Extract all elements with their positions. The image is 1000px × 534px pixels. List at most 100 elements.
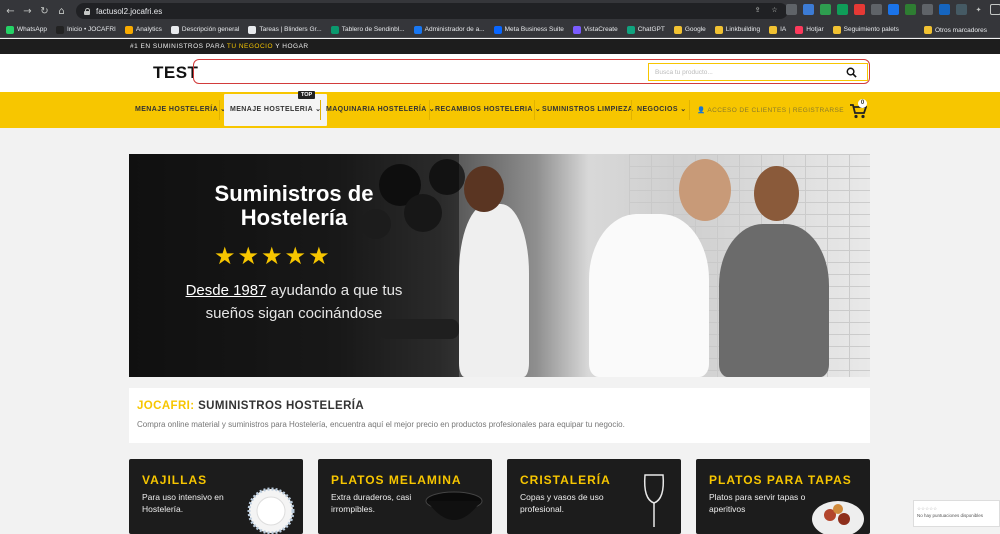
extension-icon-4[interactable] (837, 4, 848, 15)
nav-item-recambios[interactable]: RECAMBIOS HOSTELERIA ⌄ (435, 92, 541, 128)
bookmark-favicon-icon (170, 25, 179, 34)
other-bookmarks[interactable]: Otros marcadores (923, 26, 987, 34)
bookmark-label: Tareas | Blinders Gr... (259, 26, 322, 33)
site-header: TEST (0, 54, 1000, 92)
site-logo[interactable]: TEST (153, 63, 198, 83)
bookmark-label: WhatsApp (17, 26, 47, 33)
card-text: Platos para servir tapas o aperitivos (709, 492, 806, 514)
extension-icon-3[interactable] (820, 4, 831, 15)
extension-icon-8[interactable] (939, 4, 950, 15)
bookmark-item[interactable]: Inicio • JOCAFRI (56, 25, 116, 34)
hero-banner[interactable]: Suministros de Hostelería ★★★★★ Desde 19… (129, 154, 870, 377)
cart-count-badge: 0 (858, 99, 867, 108)
address-bar[interactable]: factusol2.jocafri.es (76, 3, 788, 19)
bookmark-item[interactable]: Seguimiento palets (832, 25, 899, 34)
bookmark-item[interactable]: VistaCreate (572, 25, 618, 34)
topbar-prefix: #1 EN SUMINISTROS PARA (130, 43, 227, 50)
bookmark-label: Linkbuilding (725, 26, 761, 33)
bookmark-item[interactable]: Meta Business Suite (493, 25, 564, 34)
bookmark-favicon-icon (714, 25, 723, 34)
card-title: PLATOS PARA TAPAS (709, 473, 852, 487)
card-title: VAJILLAS (142, 473, 208, 487)
bookmark-item[interactable]: Analytics (124, 25, 162, 34)
back-icon[interactable]: ← (4, 5, 17, 18)
chef-figure-3 (719, 224, 829, 377)
bookmark-favicon-icon (832, 25, 841, 34)
category-card-platos-tapas[interactable]: PLATOS PARA TAPAS Platos para servir tap… (696, 459, 870, 534)
intro-section: JOCAFRI: SUMINISTROS HOSTELERÍA Compra o… (129, 388, 870, 443)
puzzle-icon[interactable]: ✦ (973, 4, 984, 15)
search-input[interactable] (649, 65, 829, 79)
nav-item-limpieza[interactable]: SUMINISTROS LIMPIEZA (542, 92, 633, 128)
extension-icon-2[interactable] (803, 4, 814, 15)
bookmark-label: Seguimiento palets (843, 26, 899, 33)
bookmark-item[interactable]: IA (769, 25, 787, 34)
shield-icon[interactable] (922, 4, 933, 15)
search-icon[interactable] (846, 67, 857, 78)
star-icon[interactable]: ☆ (769, 4, 780, 15)
plate-icon (247, 487, 295, 534)
topbar-suffix: Y HOGAR (273, 43, 309, 50)
url-text: factusol2.jocafri.es (96, 6, 163, 16)
bookmark-item[interactable]: Tareas | Blinders Gr... (248, 25, 322, 34)
search-box (648, 63, 868, 81)
bookmark-item[interactable]: WhatsApp (6, 25, 47, 34)
bookmark-label: IA (780, 26, 787, 33)
extension-icon-7[interactable] (905, 4, 916, 15)
card-text: Extra duraderos, casi irrompibles. (331, 492, 412, 514)
extension-icon-5[interactable] (854, 4, 865, 15)
camera-icon[interactable] (871, 4, 882, 15)
bookmark-favicon-icon (124, 25, 133, 34)
nav-item-menaje-hosteleria[interactable]: MENAJE HOSTELERÍA ⌄ (135, 92, 226, 128)
extension-icon-1[interactable] (786, 4, 797, 15)
card-text: Para uso intensivo en Hostelería. (142, 492, 224, 514)
bookmark-item[interactable]: Linkbuilding (714, 25, 761, 34)
bookmark-favicon-icon (413, 25, 422, 34)
bookmarks-bar: WhatsApp Inicio • JOCAFRI Analytics Descrip… (0, 22, 1000, 38)
bookmark-favicon-icon (6, 25, 14, 34)
reload-icon[interactable]: ↻ (38, 5, 51, 18)
bookmark-favicon-icon (673, 25, 682, 34)
lock-icon (84, 7, 90, 15)
bookmark-favicon-icon (795, 25, 804, 34)
hero-subtitle-underlined: Desde 1987 (185, 282, 267, 299)
bookmark-item[interactable]: Google (673, 25, 706, 34)
bookmark-label: Meta Business Suite (504, 26, 564, 33)
sidebar-icon[interactable] (990, 4, 1000, 15)
tapas-plate-icon (812, 501, 864, 534)
bookmark-item[interactable]: Administrador de a... (413, 25, 485, 34)
intro-text: Compra online material y suministros par… (137, 420, 625, 429)
bookmark-label: Inicio • JOCAFRI (67, 26, 116, 33)
browser-toolbar: ← → ↻ ⌂ factusol2.jocafri.es ⇪ ☆ ✦ ⋮ (0, 0, 1000, 22)
folder-icon (923, 26, 932, 34)
rating-widget[interactable]: ☆☆☆☆☆ No hay puntuaciones disponibles (913, 500, 1000, 527)
forward-icon[interactable]: → (21, 5, 34, 18)
extension-icon-9[interactable] (956, 4, 967, 15)
bookmark-label: Hotjar (806, 26, 824, 33)
bookmark-item[interactable]: Hotjar (795, 25, 824, 34)
topbar-highlight: TU NEGOCIO (226, 43, 274, 50)
bookmark-label: Analytics (135, 26, 162, 33)
category-card-vajillas[interactable]: VAJILLAS Para uso intensivo en Hostelerí… (129, 459, 303, 534)
extension-icon-6[interactable] (888, 4, 899, 15)
wine-glass-icon (643, 474, 665, 527)
bookmark-favicon-icon (572, 25, 581, 34)
account-link[interactable]: 👤 ACCESO DE CLIENTES | REGISTRARSE (697, 92, 844, 128)
bookmark-item[interactable]: Tablero de Sendinbl... (330, 25, 405, 34)
card-title: CRISTALERÍA (520, 473, 611, 487)
bookmark-item[interactable]: Descripción general (170, 25, 239, 34)
nav-item-negocios[interactable]: NEGOCIOS ⌄ (637, 92, 687, 128)
share-icon[interactable]: ⇪ (752, 4, 763, 15)
category-card-platos-melamina[interactable]: PLATOS MELAMINA Extra duraderos, casi ir… (318, 459, 492, 534)
bookmark-favicon-icon (248, 25, 257, 34)
bookmark-label: VistaCreate (583, 26, 618, 33)
other-bookmarks-label: Otros marcadores (934, 26, 987, 34)
bookmark-item[interactable]: ChatGPT (626, 25, 665, 34)
bookmark-label: ChatGPT (637, 26, 665, 33)
intro-title: JOCAFRI: SUMINISTROS HOSTELERÍA (137, 400, 365, 412)
category-card-cristaleria[interactable]: CRISTALERÍA Copas y vasos de uso profesi… (507, 459, 681, 534)
user-icon: 👤 (697, 106, 706, 114)
top-announcement-bar: #1 EN SUMINISTROS PARA TU NEGOCIO Y HOGA… (0, 39, 1000, 54)
nav-item-maquinaria[interactable]: MAQUINARIA HOSTELERÍA ⌄ (326, 92, 435, 128)
home-icon[interactable]: ⌂ (55, 5, 68, 18)
